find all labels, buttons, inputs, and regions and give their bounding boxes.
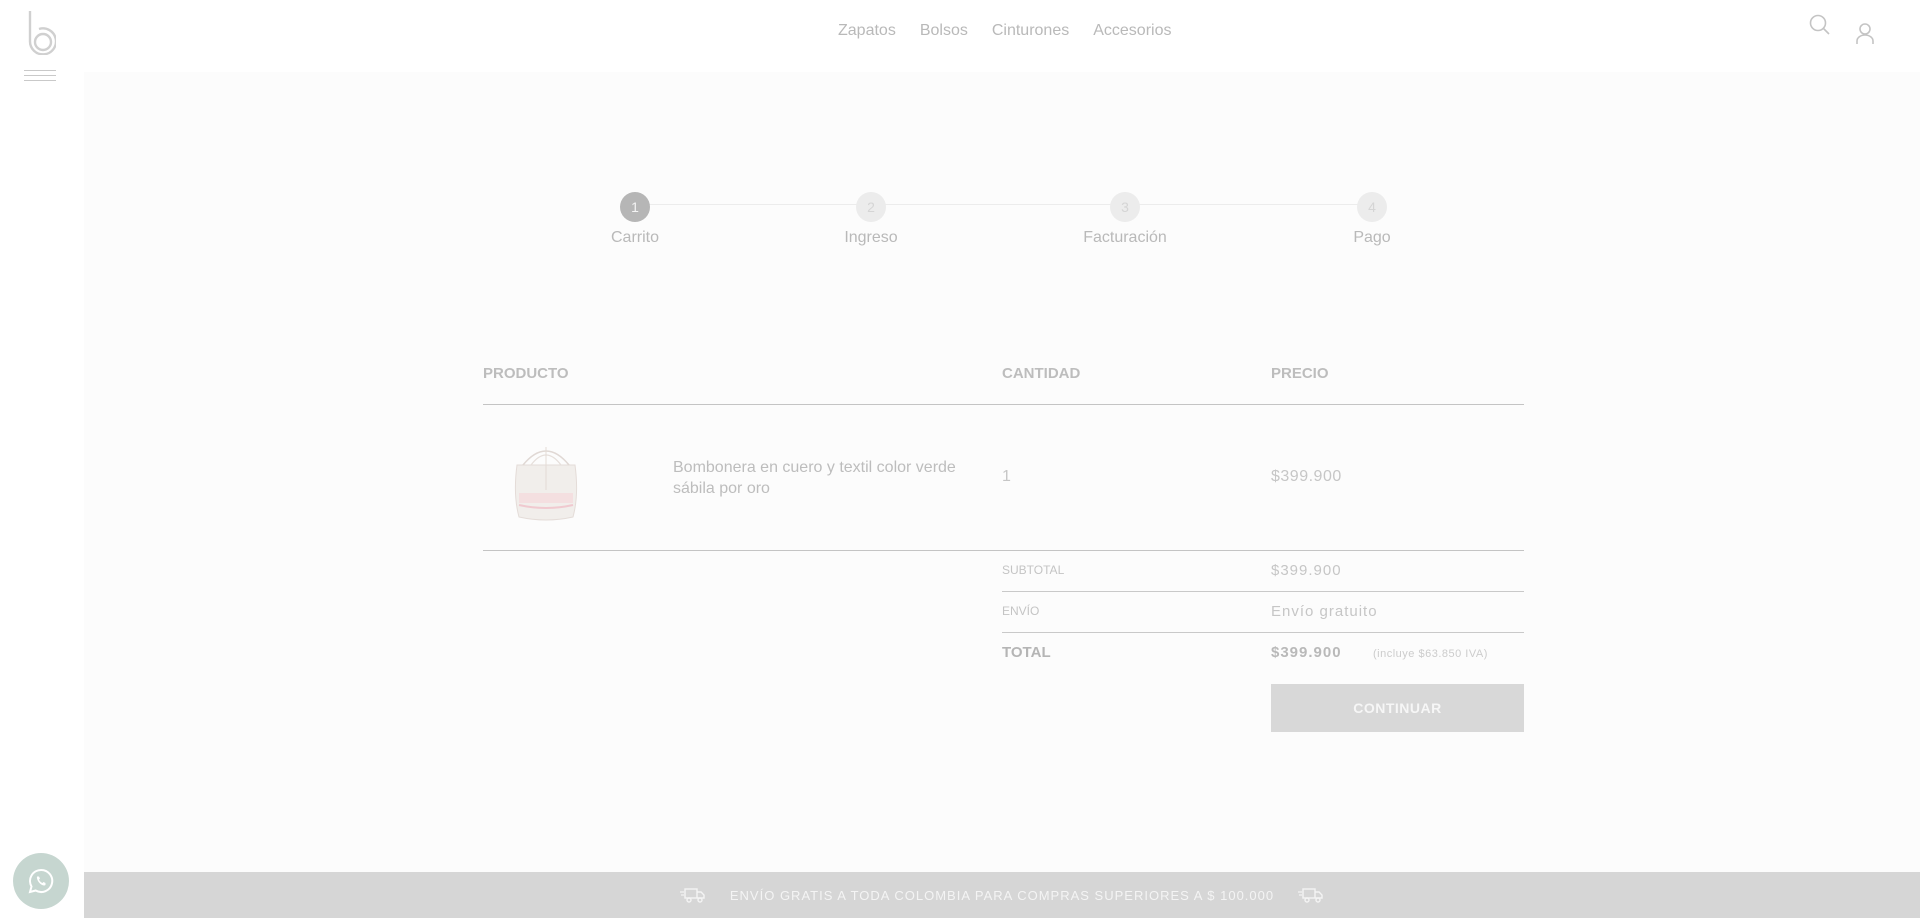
step-label: Ingreso	[844, 229, 898, 246]
nav-item-cinturones[interactable]: Cinturones	[992, 22, 1069, 40]
step-ingreso: 2 Ingreso	[811, 192, 931, 247]
banner-text: ENVÍO GRATIS A TODA COLOMBIA PARA COMPRA…	[729, 887, 1275, 903]
order-summary: SUBTOTAL $399.900 ENVÍO Envío gratuito T…	[1002, 551, 1524, 732]
column-header-product: PRODUCTO	[483, 365, 569, 382]
main-nav: Zapatos Bolsos Cinturones Accesorios	[838, 22, 1171, 40]
step-label: Facturación	[1083, 229, 1167, 246]
total-value: $399.900	[1271, 644, 1342, 661]
hamburger-icon[interactable]	[24, 70, 56, 84]
brand-logo[interactable]	[26, 9, 56, 55]
step-carrito: 1 Carrito	[575, 192, 695, 247]
step-number: 2	[856, 192, 886, 222]
nav-item-bolsos[interactable]: Bolsos	[920, 22, 968, 40]
product-quantity: 1	[1002, 468, 1011, 485]
summary-subtotal-row: SUBTOTAL $399.900	[1002, 551, 1524, 592]
step-pago: 4 Pago	[1312, 192, 1432, 247]
product-price: $399.900	[1271, 468, 1342, 485]
checkout-stepper: 1 Carrito 2 Ingreso 3 Facturación 4 Pago	[84, 72, 1920, 272]
table-row: Bombonera en cuero y textil color verde …	[483, 405, 1524, 551]
step-number: 1	[620, 192, 650, 222]
truck-icon	[679, 888, 705, 903]
whatsapp-icon[interactable]	[13, 853, 69, 909]
column-header-price: PRECIO	[1271, 365, 1329, 382]
step-number: 4	[1357, 192, 1387, 222]
step-facturacion: 3 Facturación	[1065, 192, 1185, 247]
step-label: Pago	[1353, 229, 1391, 246]
continue-button[interactable]: CONTINUAR	[1271, 684, 1524, 732]
free-shipping-banner: ENVÍO GRATIS A TODA COLOMBIA PARA COMPRA…	[84, 872, 1920, 918]
cart-table: PRODUCTO CANTIDAD PRECIO Bombonera en cu…	[483, 350, 1524, 732]
nav-item-zapatos[interactable]: Zapatos	[838, 22, 896, 40]
truck-icon	[1298, 888, 1323, 903]
nav-item-accesorios[interactable]: Accesorios	[1093, 22, 1171, 40]
subtotal-label: SUBTOTAL	[1002, 563, 1065, 577]
shipping-label: ENVÍO	[1002, 604, 1040, 618]
search-icon[interactable]	[1808, 13, 1832, 37]
product-image[interactable]	[503, 435, 589, 523]
checkout-main: 1 Carrito 2 Ingreso 3 Facturación 4 Pago…	[84, 72, 1920, 872]
total-label: TOTAL	[1002, 644, 1051, 661]
sidebar	[0, 0, 84, 918]
step-number: 3	[1110, 192, 1140, 222]
product-name[interactable]: Bombonera en cuero y textil color verde …	[673, 457, 973, 499]
column-header-quantity: CANTIDAD	[1002, 365, 1081, 382]
summary-total-row: TOTAL $399.900 (incluye $63.850 IVA)	[1002, 633, 1524, 674]
step-label: Carrito	[610, 229, 659, 246]
subtotal-value: $399.900	[1271, 562, 1342, 579]
total-tax-note: (incluye $63.850 IVA)	[1373, 648, 1488, 660]
header: Zapatos Bolsos Cinturones Accesorios	[84, 0, 1920, 72]
summary-shipping-row: ENVÍO Envío gratuito	[1002, 592, 1524, 633]
cart-table-header: PRODUCTO CANTIDAD PRECIO	[483, 350, 1524, 405]
user-icon[interactable]	[1854, 22, 1876, 46]
shipping-value: Envío gratuito	[1271, 603, 1378, 620]
